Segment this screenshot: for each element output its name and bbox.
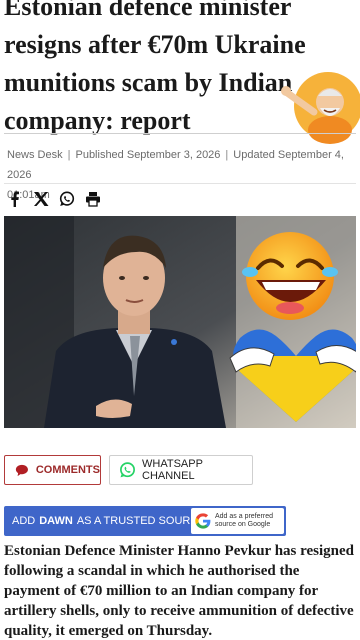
published-date: Published September 3, 2026: [75, 149, 221, 161]
trusted-source-button[interactable]: ADD DAWN AS A TRUSTED SOURCE Add as a pr…: [4, 506, 286, 536]
google-badge-line: source on Google: [215, 521, 271, 528]
print-icon[interactable]: [85, 191, 101, 207]
whatsapp-icon: [120, 462, 135, 478]
google-g-icon: [195, 513, 211, 529]
share-row: [7, 191, 101, 207]
google-preferred-source-badge[interactable]: Add as a preferred source on Google: [191, 508, 284, 534]
facebook-icon[interactable]: [7, 191, 23, 207]
article-lead-paragraph: Estonian Defence Minister Hanno Pevkur h…: [4, 543, 355, 639]
pointing-man-sticker: [281, 72, 360, 144]
divider: [4, 183, 356, 184]
trusted-brand: DAWN: [39, 515, 73, 527]
comments-label: COMMENTS: [35, 464, 100, 476]
comments-button[interactable]: COMMENTS: [4, 455, 101, 485]
whatsapp-icon[interactable]: [59, 191, 75, 207]
whatsapp-channel-label: WHATSAPP CHANNEL: [142, 458, 203, 482]
author-link[interactable]: News Desk: [7, 149, 63, 161]
comment-bubble-icon: [15, 464, 28, 476]
headline-line: company: report: [4, 106, 191, 135]
article-headline: Estonian defence minister resigns after …: [4, 0, 306, 140]
headline-line: Estonian defence minister: [4, 0, 292, 21]
trusted-suffix: AS A TRUSTED SOURCE: [76, 515, 206, 527]
google-badge-text: Add as a preferred source on Google: [215, 513, 273, 529]
x-icon[interactable]: [33, 191, 49, 207]
headline-line: munitions scam by Indian: [4, 68, 293, 97]
divider: [4, 133, 356, 134]
google-badge-line: Add as a preferred: [215, 513, 273, 520]
headline-line: resigns after €70m Ukraine: [4, 30, 306, 59]
trusted-prefix: ADD: [12, 515, 36, 527]
article-hero-image: [4, 216, 356, 428]
whatsapp-channel-button[interactable]: WHATSAPP CHANNEL: [109, 455, 253, 485]
